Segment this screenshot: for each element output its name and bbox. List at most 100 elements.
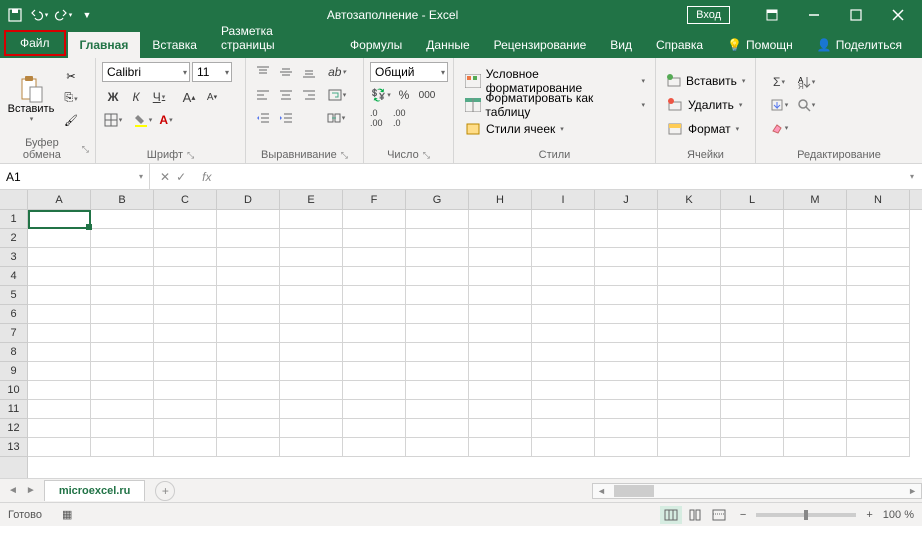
cell[interactable]: [91, 343, 154, 362]
clear-icon[interactable]: ▾: [766, 118, 792, 138]
cell[interactable]: [721, 324, 784, 343]
cell[interactable]: [784, 438, 847, 457]
cell[interactable]: [343, 210, 406, 229]
cell[interactable]: [658, 419, 721, 438]
column-header[interactable]: F: [343, 190, 406, 209]
cell[interactable]: [595, 267, 658, 286]
font-name-combo[interactable]: Calibri▾: [102, 62, 190, 82]
cell[interactable]: [784, 381, 847, 400]
number-launcher[interactable]: ⤡: [423, 150, 430, 161]
column-header[interactable]: I: [532, 190, 595, 209]
cell[interactable]: [595, 248, 658, 267]
column-header[interactable]: E: [280, 190, 343, 209]
horizontal-scrollbar[interactable]: ◄ ►: [592, 483, 922, 499]
cell[interactable]: [595, 400, 658, 419]
qat-customize-icon[interactable]: ▼: [76, 4, 98, 26]
cell[interactable]: [217, 210, 280, 229]
cell[interactable]: [91, 324, 154, 343]
hscroll-thumb[interactable]: [614, 485, 654, 497]
cell[interactable]: [406, 286, 469, 305]
tab-review[interactable]: Рецензирование: [482, 32, 599, 58]
zoom-out-icon[interactable]: −: [740, 509, 746, 521]
cell[interactable]: [658, 381, 721, 400]
cell[interactable]: [406, 324, 469, 343]
cell[interactable]: [469, 419, 532, 438]
tab-help[interactable]: Справка: [644, 32, 715, 58]
cell[interactable]: [469, 248, 532, 267]
cell[interactable]: [469, 267, 532, 286]
row-header[interactable]: 10: [0, 381, 27, 400]
login-button[interactable]: Вход: [687, 6, 730, 24]
cell[interactable]: [343, 324, 406, 343]
cell[interactable]: [784, 286, 847, 305]
cell[interactable]: [721, 210, 784, 229]
cell[interactable]: [721, 419, 784, 438]
decrease-decimal-icon[interactable]: .00 .0: [393, 108, 415, 128]
row-header[interactable]: 8: [0, 343, 27, 362]
redo-icon[interactable]: ▾: [52, 4, 74, 26]
cell[interactable]: [847, 210, 910, 229]
cell[interactable]: [847, 286, 910, 305]
cell[interactable]: [343, 267, 406, 286]
cell[interactable]: [217, 419, 280, 438]
cell[interactable]: [406, 400, 469, 419]
cell-styles-button[interactable]: Стили ячеек▾: [460, 118, 649, 140]
cell[interactable]: [847, 400, 910, 419]
cell[interactable]: [595, 305, 658, 324]
cell[interactable]: [847, 229, 910, 248]
cell[interactable]: [721, 267, 784, 286]
cell[interactable]: [532, 305, 595, 324]
cell[interactable]: [91, 229, 154, 248]
cell[interactable]: [595, 324, 658, 343]
row-header[interactable]: 13: [0, 438, 27, 457]
cell[interactable]: [217, 362, 280, 381]
cell[interactable]: [406, 267, 469, 286]
cell[interactable]: [217, 324, 280, 343]
row-header[interactable]: 11: [0, 400, 27, 419]
cell[interactable]: [595, 286, 658, 305]
cell[interactable]: [28, 324, 91, 343]
cell[interactable]: [154, 438, 217, 457]
cell[interactable]: [658, 267, 721, 286]
percent-icon[interactable]: %: [393, 85, 415, 105]
zoom-slider[interactable]: [756, 513, 856, 517]
cell[interactable]: [721, 381, 784, 400]
decrease-indent-icon[interactable]: [252, 108, 274, 128]
cell[interactable]: [154, 305, 217, 324]
minimize-icon[interactable]: [794, 1, 834, 29]
cell[interactable]: [784, 229, 847, 248]
cell[interactable]: [91, 267, 154, 286]
cell[interactable]: [847, 381, 910, 400]
clipboard-launcher[interactable]: ⤡: [82, 144, 89, 155]
cell[interactable]: [847, 324, 910, 343]
cell[interactable]: [532, 324, 595, 343]
select-all-corner[interactable]: [0, 190, 27, 210]
cell[interactable]: [280, 362, 343, 381]
cell[interactable]: [91, 381, 154, 400]
cell[interactable]: [532, 438, 595, 457]
cell[interactable]: [154, 400, 217, 419]
align-left-icon[interactable]: [252, 85, 274, 105]
align-top-icon[interactable]: [252, 62, 274, 82]
paste-button[interactable]: Вставить ▾: [6, 62, 56, 135]
cell[interactable]: [28, 229, 91, 248]
wrap-text-icon[interactable]: ▾: [326, 85, 348, 105]
cell[interactable]: [217, 305, 280, 324]
fx-icon[interactable]: fx: [196, 170, 217, 184]
macro-record-icon[interactable]: ▦: [62, 508, 72, 521]
cell[interactable]: [406, 210, 469, 229]
cell[interactable]: [469, 286, 532, 305]
cell[interactable]: [28, 248, 91, 267]
merge-icon[interactable]: ▾: [325, 108, 347, 128]
cell[interactable]: [154, 229, 217, 248]
cell[interactable]: [469, 210, 532, 229]
underline-button[interactable]: Ч▾: [148, 87, 170, 107]
cell[interactable]: [154, 381, 217, 400]
fill-icon[interactable]: ▾: [766, 95, 792, 115]
sheet-tab[interactable]: microexcel.ru: [44, 480, 146, 501]
cell[interactable]: [532, 400, 595, 419]
cell[interactable]: [406, 381, 469, 400]
copy-icon[interactable]: ⎘▾: [60, 89, 82, 109]
cell[interactable]: [721, 400, 784, 419]
cell[interactable]: [784, 362, 847, 381]
